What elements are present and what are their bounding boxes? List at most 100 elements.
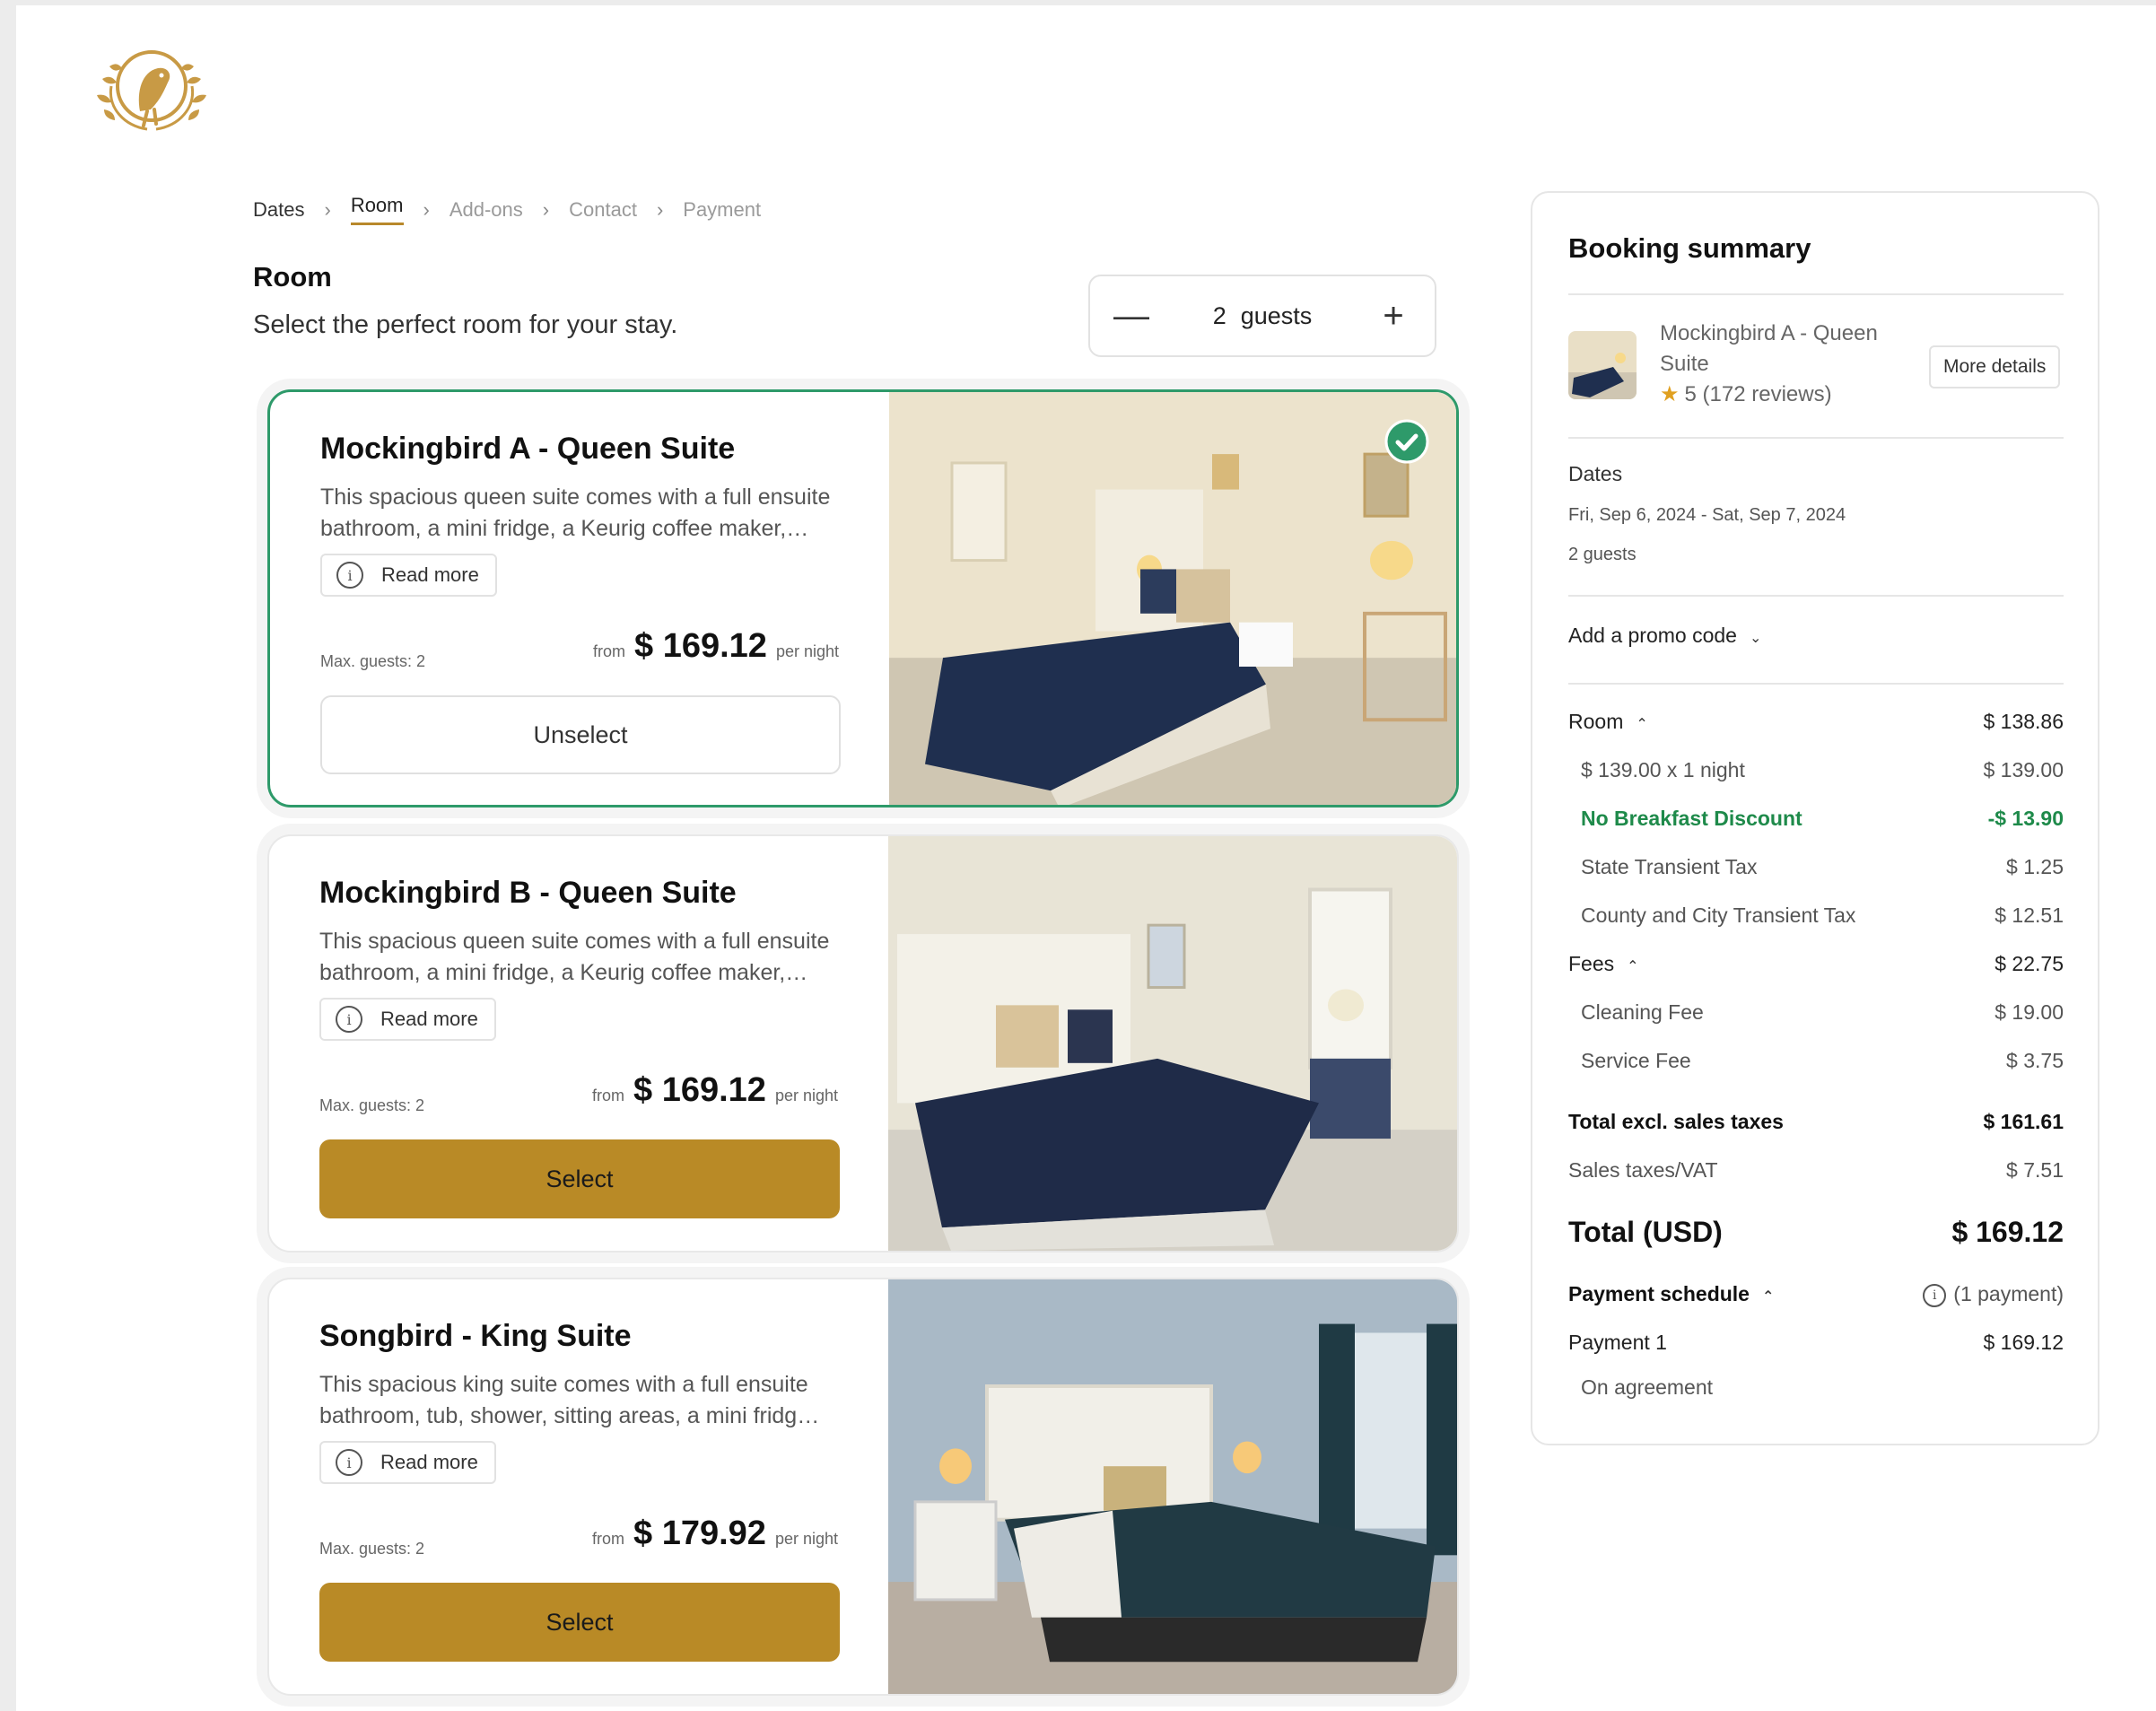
nightly-value: $ 139.00 bbox=[1983, 758, 2064, 781]
promo-code-toggle[interactable]: Add a promo code ⌄ bbox=[1568, 624, 1761, 648]
room-photo bbox=[888, 1279, 1457, 1694]
payment-1-note-line: On agreement bbox=[1581, 1375, 2064, 1400]
payment-1-note: On agreement bbox=[1581, 1375, 1714, 1399]
select-button[interactable]: Select bbox=[319, 1139, 840, 1218]
read-more-button[interactable]: i Read more bbox=[319, 1441, 496, 1484]
dates-value: Fri, Sep 6, 2024 - Sat, Sep 7, 2024 bbox=[1568, 505, 1846, 525]
promo-code-label: Add a promo code bbox=[1568, 624, 1737, 647]
max-guests: Max. guests: 2 bbox=[319, 1540, 425, 1558]
price-per-night: per night bbox=[774, 1087, 838, 1104]
room-price: $ 169.12 bbox=[633, 1071, 766, 1109]
room-card-songbird[interactable]: Songbird - King Suite This spacious king… bbox=[267, 1278, 1459, 1696]
divider bbox=[1568, 595, 2064, 597]
page: Dates › Room › Add-ons › Contact › Payme… bbox=[16, 5, 2156, 1711]
summary-title: Booking summary bbox=[1568, 232, 1811, 264]
rating-text: 5 (172 reviews) bbox=[1684, 381, 1832, 406]
room-label: Room bbox=[1568, 710, 1624, 733]
discount-label: No Breakfast Discount bbox=[1581, 807, 1802, 830]
unselect-button[interactable]: Unselect bbox=[320, 695, 841, 774]
info-icon: i bbox=[336, 562, 363, 589]
payment-1-line: Payment 1 $ 169.12 bbox=[1568, 1331, 2064, 1355]
fees-total: $ 22.75 bbox=[1995, 952, 2064, 975]
service-fee-label: Service Fee bbox=[1581, 1049, 1691, 1072]
read-more-label: Read more bbox=[381, 563, 479, 586]
page-title: Room bbox=[253, 261, 332, 292]
summary-room-name: Mockingbird A - Queen Suite bbox=[1660, 321, 1878, 376]
decrease-guests-button[interactable]: — bbox=[1113, 298, 1149, 334]
payment-1-value: $ 169.12 bbox=[1983, 1331, 2064, 1354]
room-name: Songbird - King Suite bbox=[319, 1319, 632, 1353]
room-price: $ 169.12 bbox=[634, 627, 767, 665]
payment-schedule-toggle[interactable]: Payment schedule ⌃ bbox=[1568, 1282, 1774, 1307]
divider bbox=[1568, 437, 2064, 439]
breadcrumb-dates[interactable]: Dates bbox=[253, 198, 304, 222]
state-tax-label: State Transient Tax bbox=[1581, 855, 1758, 878]
breadcrumb-contact[interactable]: Contact bbox=[569, 198, 637, 222]
breadcrumb-payment[interactable]: Payment bbox=[683, 198, 761, 222]
selected-check-icon bbox=[1384, 419, 1429, 464]
read-more-button[interactable]: i Read more bbox=[319, 998, 496, 1041]
increase-guests-button[interactable]: + bbox=[1375, 298, 1411, 334]
price-row: from $ 169.12 per night bbox=[592, 1071, 838, 1110]
total-value: $ 169.12 bbox=[1951, 1216, 2064, 1248]
discount-line: No Breakfast Discount -$ 13.90 bbox=[1581, 807, 2064, 831]
guest-count-unit: guests bbox=[1240, 301, 1313, 329]
info-icon: i bbox=[336, 1006, 362, 1033]
nightly-label: $ 139.00 x 1 night bbox=[1581, 758, 1745, 781]
chevron-up-icon: ⌃ bbox=[1627, 959, 1639, 974]
chevron-up-icon: ⌃ bbox=[1636, 717, 1648, 732]
room-thumbnail bbox=[1568, 331, 1637, 399]
breadcrumb-separator: › bbox=[423, 197, 430, 221]
select-button[interactable]: Select bbox=[319, 1583, 840, 1662]
price-row: from $ 179.92 per night bbox=[592, 1515, 838, 1553]
read-more-label: Read more bbox=[380, 1008, 478, 1030]
mockingbird-logo[interactable] bbox=[84, 36, 219, 142]
room-description: This spacious queen suite comes with a f… bbox=[320, 484, 831, 541]
room-line: Room ⌃ $ 138.86 bbox=[1568, 710, 2064, 734]
excl-taxes-label: Total excl. sales taxes bbox=[1568, 1110, 1784, 1133]
room-card-mockingbird-a[interactable]: Mockingbird A - Queen Suite This spaciou… bbox=[267, 389, 1459, 807]
more-details-button[interactable]: More details bbox=[1929, 345, 2061, 388]
price-per-night: per night bbox=[774, 1530, 838, 1548]
county-tax-value: $ 12.51 bbox=[1995, 904, 2064, 927]
payment-1-label: Payment 1 bbox=[1568, 1331, 1667, 1354]
room-card-mockingbird-b[interactable]: Mockingbird B - Queen Suite This spaciou… bbox=[267, 834, 1459, 1253]
breadcrumb-room[interactable]: Room bbox=[350, 194, 404, 225]
room-description: This spacious king suite comes with a fu… bbox=[319, 1372, 820, 1428]
room-card-info: Mockingbird A - Queen Suite This spaciou… bbox=[270, 392, 889, 805]
dates-label: Dates bbox=[1568, 462, 1623, 485]
excl-taxes-value: $ 161.61 bbox=[1983, 1110, 2064, 1133]
county-tax-line: County and City Transient Tax $ 12.51 bbox=[1581, 904, 2064, 928]
vat-label: Sales taxes/VAT bbox=[1568, 1158, 1718, 1182]
vat-line: Sales taxes/VAT $ 7.51 bbox=[1568, 1158, 2064, 1183]
county-tax-label: County and City Transient Tax bbox=[1581, 904, 1856, 927]
chevron-up-icon: ⌃ bbox=[1761, 1289, 1775, 1305]
room-card-info: Songbird - King Suite This spacious king… bbox=[269, 1279, 888, 1694]
total-line: Total (USD) $ 169.12 bbox=[1568, 1216, 2064, 1249]
room-name: Mockingbird B - Queen Suite bbox=[319, 876, 737, 910]
read-more-button[interactable]: i Read more bbox=[320, 554, 497, 597]
fees-toggle[interactable]: Fees ⌃ bbox=[1568, 952, 1639, 976]
room-card-info: Mockingbird B - Queen Suite This spaciou… bbox=[269, 836, 888, 1251]
state-tax-line: State Transient Tax $ 1.25 bbox=[1581, 855, 2064, 879]
guest-count: 2 guests bbox=[1213, 302, 1313, 330]
vat-value: $ 7.51 bbox=[2006, 1158, 2064, 1182]
guests-value: 2 guests bbox=[1568, 545, 1637, 564]
payment-count-text: (1 payment) bbox=[1953, 1282, 2064, 1305]
guest-count-value: 2 bbox=[1212, 301, 1226, 329]
room-photo bbox=[889, 392, 1456, 805]
breadcrumb-separator: › bbox=[542, 197, 550, 221]
state-tax-value: $ 1.25 bbox=[2006, 855, 2064, 878]
divider bbox=[1568, 683, 2064, 685]
booking-summary: Booking summary Mockingbird A - Queen Su… bbox=[1531, 191, 2099, 1445]
info-icon: i bbox=[336, 1449, 362, 1476]
room-price: $ 179.92 bbox=[633, 1515, 766, 1552]
breadcrumb-addons[interactable]: Add-ons bbox=[450, 198, 523, 222]
payment-schedule-label: Payment schedule bbox=[1568, 1282, 1750, 1305]
info-icon[interactable]: i bbox=[1923, 1283, 1947, 1307]
fees-line: Fees ⌃ $ 22.75 bbox=[1568, 952, 2064, 976]
cleaning-fee-line: Cleaning Fee $ 19.00 bbox=[1581, 1000, 2064, 1025]
room-toggle[interactable]: Room ⌃ bbox=[1568, 710, 1648, 734]
breadcrumb: Dates › Room › Add-ons › Contact › Payme… bbox=[253, 194, 761, 225]
star-icon: ★ bbox=[1660, 382, 1680, 406]
